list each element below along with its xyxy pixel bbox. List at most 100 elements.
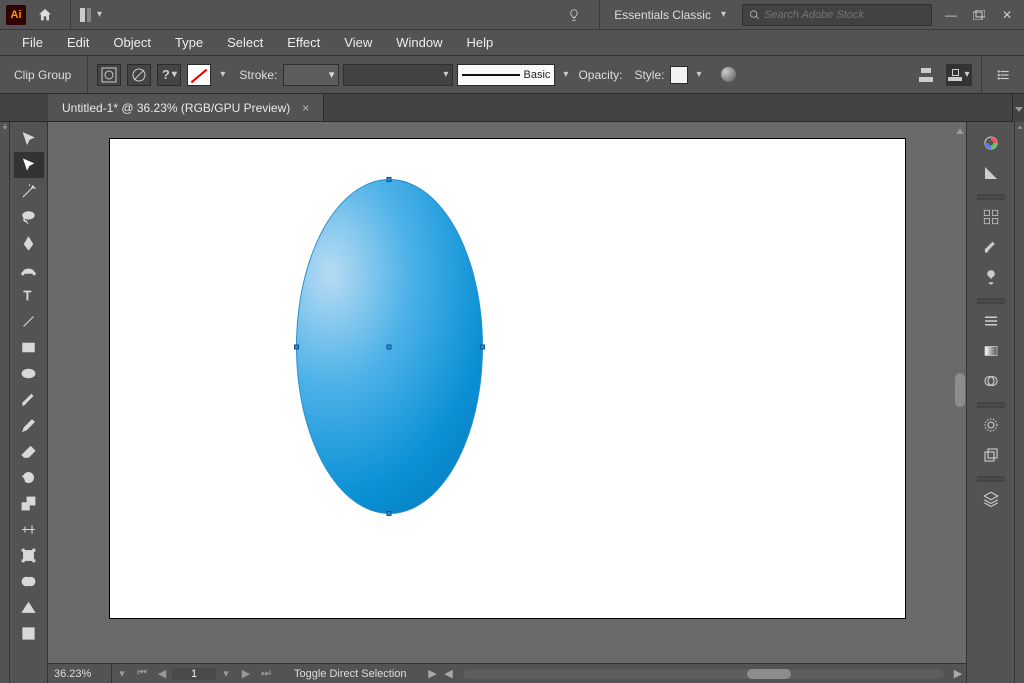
- app-logo: Ai: [6, 5, 26, 25]
- menu-object[interactable]: Object: [101, 31, 163, 54]
- close-window-button[interactable]: ✕: [996, 7, 1018, 23]
- align-panel-button[interactable]: [914, 64, 940, 86]
- layers-panel-icon[interactable]: [974, 485, 1008, 513]
- selection-type-label: Clip Group: [6, 68, 71, 82]
- stock-search[interactable]: [742, 4, 932, 26]
- anchor-point-bottom[interactable]: [387, 511, 392, 516]
- stock-search-input[interactable]: [764, 9, 925, 21]
- workspace-switcher[interactable]: Essentials Classic▾: [606, 4, 734, 26]
- first-artboard-button[interactable]: ⏮: [132, 664, 152, 683]
- transparency-panel-icon[interactable]: [974, 367, 1008, 395]
- anchor-point-right[interactable]: [480, 344, 485, 349]
- minimize-button[interactable]: —: [940, 7, 962, 23]
- brush-definition-field[interactable]: Basic: [457, 64, 555, 86]
- prev-artboard-button[interactable]: ◀: [152, 664, 172, 683]
- anchor-point-left[interactable]: [294, 344, 299, 349]
- rectangle-tool[interactable]: [14, 334, 44, 360]
- stroke-profile-field[interactable]: ▾: [343, 64, 453, 86]
- mesh-tool[interactable]: [14, 620, 44, 646]
- center-point[interactable]: [387, 344, 392, 349]
- menu-window[interactable]: Window: [384, 31, 454, 54]
- pencil-tool[interactable]: [14, 412, 44, 438]
- gradient-panel-icon[interactable]: [974, 337, 1008, 365]
- style-label[interactable]: Style:: [634, 68, 664, 82]
- symbols-panel-icon[interactable]: [974, 263, 1008, 291]
- right-dock-expand-gutter[interactable]: [1014, 122, 1024, 683]
- color-panel-icon[interactable]: [974, 129, 1008, 157]
- scale-tool[interactable]: [14, 490, 44, 516]
- pen-tool[interactable]: [14, 230, 44, 256]
- separator: [70, 0, 71, 30]
- vertical-scrollbar[interactable]: [955, 128, 965, 661]
- fill-none-circle-swatch[interactable]: [127, 64, 151, 86]
- stroke-label[interactable]: Stroke:: [239, 68, 277, 82]
- shape-builder-tool[interactable]: [14, 568, 44, 594]
- panel-group-separator: [977, 194, 1005, 200]
- width-tool[interactable]: [14, 516, 44, 542]
- direct-selection-tool[interactable]: [14, 152, 44, 178]
- stroke-none-swatch[interactable]: [187, 64, 211, 86]
- menu-edit[interactable]: Edit: [55, 31, 101, 54]
- menu-select[interactable]: Select: [215, 31, 275, 54]
- selected-ellipse[interactable]: [296, 179, 483, 514]
- menu-type[interactable]: Type: [163, 31, 215, 54]
- document-tab-title: Untitled-1* @ 36.23% (RGB/GPU Preview): [62, 101, 290, 115]
- lasso-tool[interactable]: [14, 204, 44, 230]
- transform-panel-button[interactable]: ▾: [946, 64, 972, 86]
- paintbrush-tool[interactable]: [14, 386, 44, 412]
- stroke-weight-field[interactable]: ▾: [283, 64, 339, 86]
- perspective-grid-tool[interactable]: [14, 594, 44, 620]
- artboard[interactable]: [109, 138, 906, 619]
- anchor-point-top[interactable]: [387, 177, 392, 182]
- stroke-swatch-chevron[interactable]: ▾: [220, 69, 225, 80]
- maximize-button[interactable]: [968, 7, 990, 23]
- horizontal-scroll-thumb[interactable]: [747, 669, 791, 679]
- graphic-styles-panel-icon[interactable]: [974, 441, 1008, 469]
- free-transform-tool[interactable]: [14, 542, 44, 568]
- eraser-tool[interactable]: [14, 438, 44, 464]
- artboard-chevron[interactable]: ▾: [216, 664, 236, 683]
- rotate-tool[interactable]: [14, 464, 44, 490]
- opacity-label[interactable]: Opacity:: [578, 68, 622, 82]
- ellipse-tool[interactable]: [14, 360, 44, 386]
- graphic-style-swatch[interactable]: [670, 66, 688, 84]
- brush-chevron[interactable]: ▾: [563, 69, 568, 80]
- document-tab[interactable]: Untitled-1* @ 36.23% (RGB/GPU Preview) ×: [48, 94, 324, 121]
- stroke-panel-icon[interactable]: [974, 307, 1008, 335]
- fill-mixed-swatch[interactable]: [97, 64, 121, 86]
- type-tool[interactable]: T: [14, 282, 44, 308]
- artboard-number-field[interactable]: [172, 668, 216, 680]
- zoom-chevron[interactable]: ▾: [112, 664, 132, 683]
- home-button[interactable]: [34, 4, 56, 26]
- panel-group-separator: [977, 402, 1005, 408]
- swatches-panel-icon[interactable]: [974, 203, 1008, 231]
- brushes-panel-icon[interactable]: [974, 233, 1008, 261]
- fill-question-swatch[interactable]: ?▾: [157, 64, 181, 86]
- color-guide-panel-icon[interactable]: [974, 159, 1008, 187]
- panel-collapse-arrow[interactable]: [1012, 94, 1024, 124]
- status-menu-button[interactable]: ▶: [425, 667, 441, 680]
- menu-effect[interactable]: Effect: [275, 31, 332, 54]
- horizontal-scrollbar[interactable]: [463, 669, 944, 679]
- arrange-documents-button[interactable]: ▾: [77, 4, 105, 26]
- last-artboard-button[interactable]: ⏭: [256, 664, 276, 683]
- next-artboard-button[interactable]: ▶: [236, 664, 256, 683]
- style-chevron[interactable]: ▾: [696, 69, 701, 80]
- appearance-panel-icon[interactable]: [974, 411, 1008, 439]
- zoom-level-field[interactable]: 36.23%: [48, 664, 112, 683]
- document-close-button[interactable]: ×: [302, 101, 309, 115]
- toolbox-expand-gutter[interactable]: [0, 122, 10, 683]
- selection-tool[interactable]: [14, 126, 44, 152]
- magic-wand-tool[interactable]: [14, 178, 44, 204]
- recolor-artwork-button[interactable]: [718, 64, 740, 86]
- hscroll-right-button[interactable]: ▶: [950, 667, 966, 680]
- menu-help[interactable]: Help: [454, 31, 505, 54]
- curvature-tool[interactable]: [14, 256, 44, 282]
- discover-button[interactable]: [563, 4, 585, 26]
- line-segment-tool[interactable]: [14, 308, 44, 334]
- menu-file[interactable]: File: [10, 31, 55, 54]
- control-bar-menu-button[interactable]: [991, 64, 1017, 86]
- hscroll-left-button[interactable]: ◀: [441, 667, 457, 680]
- canvas-viewport[interactable]: [48, 122, 966, 683]
- menu-view[interactable]: View: [332, 31, 384, 54]
